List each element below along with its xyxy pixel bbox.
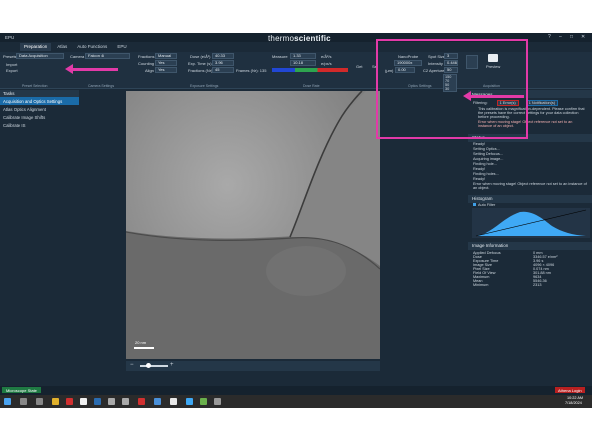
fractions-nr-label: Fractions (Nr) <box>188 68 213 73</box>
exptime-label: Exp. Time (s) <box>188 61 212 66</box>
get-button[interactable]: Get <box>356 64 362 69</box>
section-label: Dose Rate <box>303 84 320 88</box>
image-info-header: Image Information <box>468 241 592 250</box>
tasks-panel: Tasks Acquisition and Optics Settings At… <box>0 90 79 380</box>
tab-epu[interactable]: EPU <box>113 43 130 51</box>
scale-label: 20 nm <box>135 340 147 345</box>
histogram-header: Histogram <box>468 194 592 203</box>
align-label: Align <box>145 68 154 73</box>
app-title: EPU <box>5 35 15 40</box>
task-item[interactable]: Acquisition and Optics Settings <box>0 97 79 105</box>
counting-label: Counting <box>138 61 155 66</box>
annotation-arrowhead <box>65 64 73 74</box>
dose-unit-1: e/Å²/s <box>321 54 332 59</box>
app-icon[interactable] <box>154 398 161 405</box>
info-row: Minimum 2313 <box>473 282 542 287</box>
fractions-select[interactable]: Manual <box>155 53 177 59</box>
app-icon[interactable] <box>66 398 73 405</box>
preset-select[interactable]: Data Acquisition <box>16 53 64 59</box>
counting-select[interactable]: Yes <box>155 60 177 66</box>
task-view-icon[interactable] <box>36 398 43 405</box>
zoom-out-button[interactable]: − <box>130 362 134 368</box>
dose-rate-1: 1.33 <box>290 53 316 59</box>
annotation-arrow <box>72 68 118 71</box>
highlight-box <box>376 39 528 139</box>
microscope-state-button[interactable]: Microscope State <box>2 387 41 393</box>
windows-taskbar: 10:22 AM 7/18/2024 <box>0 395 592 408</box>
status-bar: Microscope State Athena Login <box>0 386 592 395</box>
app-icon[interactable] <box>200 398 207 405</box>
dose-input[interactable]: 40.33 <box>212 53 234 59</box>
task-item[interactable]: Atlas Optics Alignment <box>0 105 79 113</box>
zoom-slider-handle[interactable] <box>146 363 151 368</box>
import-button[interactable]: Import <box>6 62 17 67</box>
status-line: Error when moving stage! Object referenc… <box>473 182 587 190</box>
task-item[interactable]: Calibrate IS <box>0 121 79 129</box>
presets-label: Presets <box>3 54 17 59</box>
histogram-plot <box>472 207 590 238</box>
image-info-table: Applied Defocus 0 mm Dose 3346.57 e/nm² Ex… <box>468 250 592 288</box>
annotation-arrowhead <box>463 91 471 101</box>
section-label: Preset Selection <box>22 84 48 88</box>
help-button[interactable]: ? <box>548 34 551 40</box>
tab-atlas[interactable]: Atlas <box>53 43 71 51</box>
close-button[interactable]: ✕ <box>581 34 585 40</box>
dose-unit-2: e/px/s <box>321 61 332 66</box>
app-icon[interactable] <box>170 398 177 405</box>
app-icon[interactable] <box>138 398 145 405</box>
fractions-nr-input[interactable]: 45 <box>212 67 234 73</box>
windows-start-icon[interactable] <box>4 398 11 405</box>
app-icon[interactable] <box>186 398 193 405</box>
tasks-header: Tasks <box>0 90 79 97</box>
app-icon[interactable] <box>80 398 87 405</box>
taskbar-time: 10:22 AM <box>567 396 584 400</box>
task-item[interactable]: Calibrate Image Shifts <box>0 113 79 121</box>
frames-count: Frames (Nr): 135 <box>236 68 267 73</box>
image-toolbar: − + <box>126 361 380 371</box>
micrograph-svg <box>126 91 380 359</box>
app-icon[interactable] <box>108 398 115 405</box>
maximize-button[interactable]: □ <box>570 34 573 40</box>
brand-logo: thermoscientific <box>268 34 331 43</box>
app-icon[interactable] <box>94 398 101 405</box>
app-icon[interactable] <box>122 398 129 405</box>
notifications-badge[interactable]: 1 Notification(s) <box>525 100 559 106</box>
export-button[interactable]: Export <box>6 68 18 73</box>
exptime-input[interactable]: 3.96 <box>212 60 234 66</box>
main-tabs: Preparation Atlas Auto Functions EPU <box>20 43 131 51</box>
file-explorer-icon[interactable] <box>52 398 59 405</box>
camera-label: Camera <box>70 54 85 59</box>
zoom-slider[interactable] <box>140 365 168 367</box>
taskbar-date: 7/18/2024 <box>565 401 582 405</box>
scale-bar <box>134 347 154 349</box>
micrograph-image[interactable]: 20 nm <box>126 91 380 359</box>
section-label: Exposure Settings <box>190 84 219 88</box>
minimize-button[interactable]: – <box>559 34 562 40</box>
dose-rate-bar <box>272 68 348 72</box>
athena-login-button[interactable]: Athena Login <box>555 387 585 393</box>
section-label: Camera Settings <box>88 84 115 88</box>
tab-auto-functions[interactable]: Auto Functions <box>73 43 111 51</box>
dose-rate-2: 10.18 <box>290 60 316 66</box>
zoom-in-button[interactable]: + <box>170 362 174 368</box>
measure-button[interactable]: Measure <box>272 54 288 59</box>
align-select[interactable]: Yes <box>155 67 177 73</box>
search-icon[interactable] <box>20 398 27 405</box>
epu-window: EPU thermoscientific ? – □ ✕ Preparation… <box>0 33 592 408</box>
fractions-label: Fractions <box>138 54 155 59</box>
tab-preparation[interactable]: Preparation <box>20 43 52 51</box>
app-icon[interactable] <box>214 398 221 405</box>
annotation-arrow <box>470 95 524 98</box>
dose-label: Dose (e/Å²) <box>190 54 211 59</box>
camera-select[interactable]: Falcon 4i <box>85 53 130 59</box>
